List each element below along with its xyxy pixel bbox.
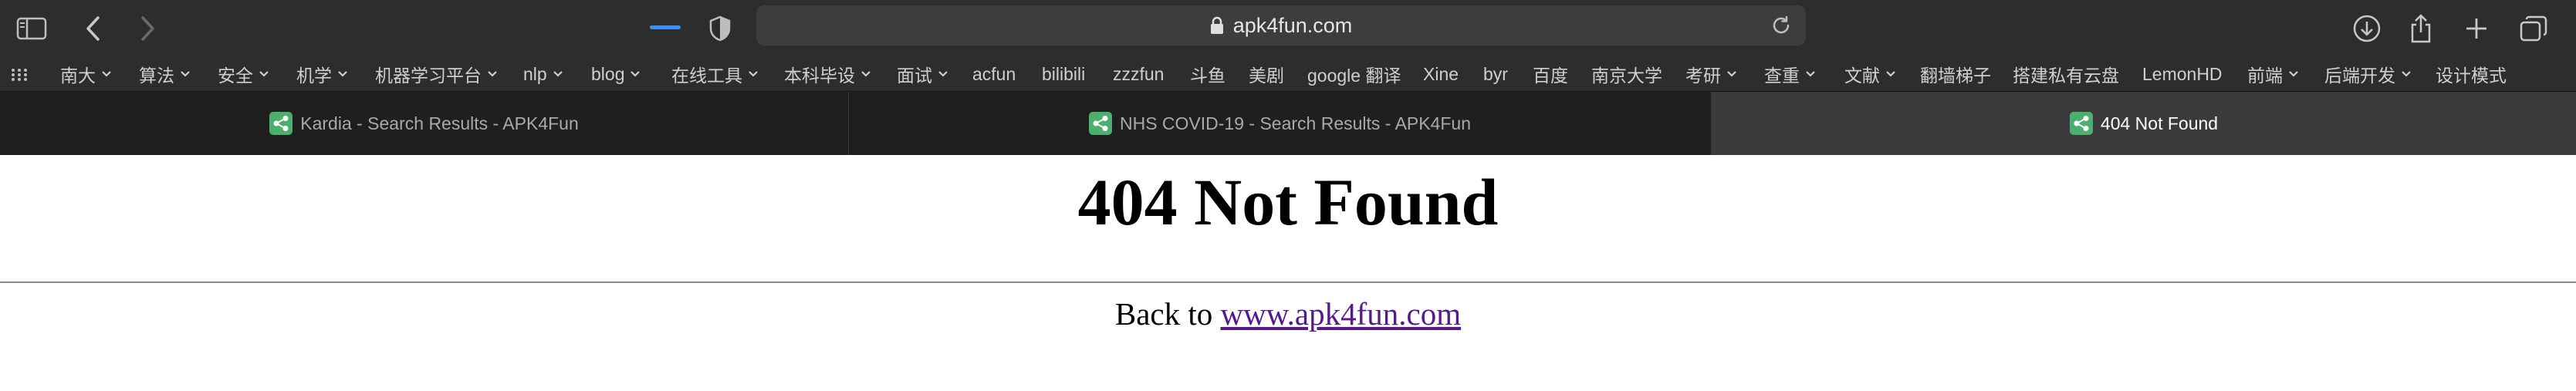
- bookmark-link[interactable]: zzzfun: [1113, 57, 1164, 91]
- back-to-line: Back to www.apk4fun.com: [0, 295, 2576, 332]
- page-load-indicator: [650, 25, 681, 29]
- bookmark-folder[interactable]: 在线工具: [671, 57, 759, 91]
- horizontal-rule: [0, 281, 2576, 283]
- bookmark-folder[interactable]: 查重: [1764, 57, 1816, 91]
- bookmark-link[interactable]: google 翻译: [1307, 57, 1401, 91]
- bookmark-link[interactable]: 斗鱼: [1190, 57, 1225, 91]
- bookmark-link[interactable]: byr: [1483, 57, 1508, 91]
- tab-nhs-covid[interactable]: NHS COVID-19 - Search Results - APK4Fun: [849, 92, 1712, 155]
- download-icon[interactable]: [2349, 11, 2385, 46]
- bookmark-link[interactable]: bilibili: [1042, 57, 1085, 91]
- tab-title: 404 Not Found: [2100, 113, 2219, 133]
- lock-icon: [1210, 16, 1224, 35]
- bookmark-folder[interactable]: blog: [591, 57, 641, 91]
- bookmark-folder[interactable]: 机器学习平台: [375, 57, 498, 91]
- privacy-shield-icon[interactable]: [702, 11, 738, 46]
- share-icon[interactable]: [2403, 11, 2439, 46]
- homepage-link[interactable]: www.apk4fun.com: [1221, 296, 1462, 332]
- tab-kardia[interactable]: Kardia - Search Results - APK4Fun: [0, 92, 849, 155]
- tab-overview-icon[interactable]: [2516, 11, 2551, 46]
- bookmark-folder[interactable]: 文献: [1844, 57, 1896, 91]
- chevron-down-icon: [860, 70, 871, 78]
- bookmark-link[interactable]: 百度: [1533, 57, 1568, 91]
- chevron-down-icon: [553, 70, 563, 78]
- chevron-down-icon: [748, 70, 759, 78]
- reload-icon[interactable]: [1770, 15, 1792, 40]
- sidebar-icon[interactable]: [14, 11, 49, 46]
- bookmark-folder[interactable]: 机学: [296, 57, 348, 91]
- page-content: 404 Not Found Back to www.apk4fun.com: [0, 155, 2576, 391]
- bookmark-folder[interactable]: nlp: [523, 57, 563, 91]
- bookmark-folder[interactable]: 本科毕设: [784, 57, 871, 91]
- bookmark-folder[interactable]: 前端: [2247, 57, 2299, 91]
- bookmark-folder[interactable]: 面试: [897, 57, 948, 91]
- forward-icon[interactable]: [130, 11, 165, 46]
- bookmark-link[interactable]: 设计模式: [2436, 57, 2507, 91]
- url-text: apk4fun.com: [1232, 13, 1353, 37]
- chevron-down-icon: [180, 70, 191, 78]
- tab-title: Kardia - Search Results - APK4Fun: [300, 113, 579, 133]
- apk4fun-favicon-icon: [269, 112, 293, 135]
- bookmark-folder[interactable]: 后端开发: [2324, 57, 2412, 91]
- bookmark-link[interactable]: Xine: [1423, 57, 1459, 91]
- bookmark-folder[interactable]: 算法: [139, 57, 191, 91]
- bookmark-link[interactable]: LemonHD: [2142, 57, 2223, 91]
- chevron-down-icon: [101, 70, 112, 78]
- new-tab-icon[interactable]: [2459, 11, 2494, 46]
- chevron-down-icon: [1726, 70, 1737, 78]
- address-bar[interactable]: apk4fun.com: [756, 5, 1806, 46]
- chevron-down-icon: [630, 70, 641, 78]
- chevron-down-icon: [487, 70, 498, 78]
- chevron-down-icon: [1805, 70, 1816, 78]
- chevron-down-icon: [938, 70, 948, 78]
- browser-toolbar: apk4fun.com: [0, 0, 2576, 57]
- bookmark-link[interactable]: 搭建私有云盘: [2013, 57, 2119, 91]
- page-title: 404 Not Found: [1077, 165, 1499, 239]
- tab-bar: Kardia - Search Results - APK4Fun NHS CO…: [0, 91, 2576, 155]
- apk4fun-favicon-icon: [2069, 112, 2093, 135]
- chevron-down-icon: [2288, 70, 2299, 78]
- chevron-down-icon: [259, 70, 269, 78]
- bookmark-folder[interactable]: 安全: [218, 57, 269, 91]
- tab-404-not-found[interactable]: 404 Not Found: [1712, 92, 2576, 155]
- bookmark-folder[interactable]: 南大: [60, 57, 112, 91]
- bookmark-link[interactable]: 翻墙梯子: [1920, 57, 1991, 91]
- bookmark-link[interactable]: 美剧: [1249, 57, 1284, 91]
- tab-title: NHS COVID-19 - Search Results - APK4Fun: [1119, 113, 1472, 133]
- bookmarks-bar: 南大 算法 安全 机学 机器学习平台 nlp blog 在线工具 本科毕设 面试…: [0, 57, 2576, 91]
- apk4fun-favicon-icon: [1088, 112, 1112, 135]
- back-to-text: Back to: [1114, 296, 1213, 332]
- back-icon[interactable]: [76, 11, 111, 46]
- bookmark-link[interactable]: 南京大学: [1591, 57, 1662, 91]
- apps-grid-icon[interactable]: [11, 68, 28, 86]
- chevron-down-icon: [337, 70, 348, 78]
- bookmark-folder[interactable]: 考研: [1685, 57, 1737, 91]
- bookmark-link[interactable]: acfun: [972, 57, 1016, 91]
- chevron-down-icon: [1885, 70, 1896, 78]
- chevron-down-icon: [2401, 70, 2412, 78]
